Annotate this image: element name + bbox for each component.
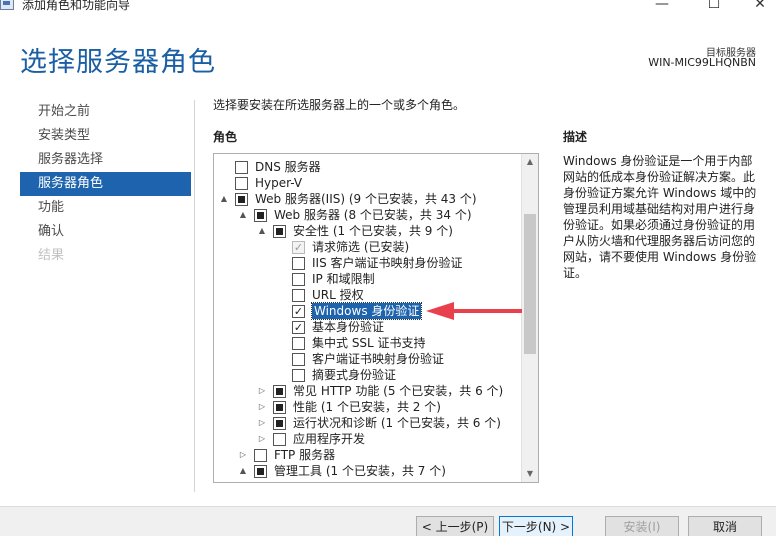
tree-row[interactable]: IIS 客户端证书映射身份验证 [214, 255, 522, 271]
cancel-button[interactable]: 取消 [688, 516, 762, 536]
role-checkbox[interactable] [273, 433, 286, 446]
role-label[interactable]: Hyper-V [255, 175, 302, 191]
role-checkbox[interactable] [292, 273, 305, 286]
role-checkbox[interactable] [235, 193, 248, 206]
role-checkbox[interactable] [235, 161, 248, 174]
close-button[interactable]: ✕ [740, 0, 776, 14]
tree-row[interactable]: ▷ FTP 服务器 [214, 447, 522, 463]
role-label[interactable]: 基本身份验证 [312, 319, 384, 335]
collapse-icon[interactable]: ▲ [257, 223, 267, 239]
expand-icon[interactable]: ▷ [257, 415, 267, 431]
tree-row[interactable]: ▷ 运行状况和诊断 (1 个已安装，共 6 个) [214, 415, 522, 431]
description-text: Windows 身份验证是一个用于内部网站的低成本身份验证解决方案。此身份验证方… [563, 154, 757, 280]
maximize-button[interactable]: ☐ [694, 0, 734, 14]
tree-row[interactable]: Hyper-V [214, 175, 522, 191]
role-checkbox[interactable] [292, 369, 305, 382]
role-checkbox[interactable] [235, 177, 248, 190]
tree-row[interactable]: 集中式 SSL 证书支持 [214, 335, 522, 351]
tree-row[interactable]: ▷ 性能 (1 个已安装，共 2 个) [214, 399, 522, 415]
role-checkbox[interactable] [254, 449, 267, 462]
expand-icon[interactable]: ▷ [238, 447, 248, 463]
role-label[interactable]: 性能 (1 个已安装，共 2 个) [293, 399, 441, 415]
role-label[interactable]: IP 和域限制 [312, 271, 375, 287]
role-label[interactable]: 请求筛选 (已安装) [312, 239, 409, 255]
nav-divider [194, 100, 195, 492]
nav-item-3[interactable]: 服务器角色 [20, 172, 191, 196]
role-label[interactable]: 集中式 SSL 证书支持 [312, 335, 426, 351]
tree-row[interactable]: 客户端证书映射身份验证 [214, 351, 522, 367]
role-label[interactable]: IIS 客户端证书映射身份验证 [312, 255, 463, 271]
scroll-down-icon[interactable]: ▼ [522, 466, 538, 482]
role-checkbox[interactable] [273, 417, 286, 430]
role-checkbox[interactable] [273, 225, 286, 238]
roles-heading: 角色 [213, 130, 238, 144]
role-checkbox: ✓ [292, 241, 305, 254]
previous-button[interactable]: < 上一步(P) [416, 516, 494, 536]
target-server-value: WIN-MIC99LHQNBN [648, 56, 756, 69]
nav-item-6: 结果 [38, 248, 65, 263]
role-checkbox[interactable] [254, 465, 267, 478]
expand-icon[interactable]: ▷ [257, 399, 267, 415]
role-label[interactable]: 应用程序开发 [293, 431, 365, 447]
role-label[interactable]: DNS 服务器 [255, 159, 321, 175]
tree-row[interactable]: IP 和域限制 [214, 271, 522, 287]
page-title: 选择服务器角色 [20, 47, 216, 78]
role-label[interactable]: 客户端证书映射身份验证 [312, 351, 444, 367]
tree-row[interactable]: ▷ 应用程序开发 [214, 431, 522, 447]
nav-item-5[interactable]: 确认 [20, 220, 191, 244]
collapse-icon[interactable]: ▲ [238, 463, 248, 479]
tree-row[interactable]: 摘要式身份验证 [214, 367, 522, 383]
instruction-text: 选择要安装在所选服务器上的一个或多个角色。 [213, 98, 466, 112]
role-checkbox[interactable] [292, 289, 305, 302]
role-checkbox[interactable] [273, 385, 286, 398]
tree-row[interactable]: ▲ 管理工具 (1 个已安装，共 7 个) [214, 463, 522, 479]
next-button[interactable]: 下一步(N) > [499, 516, 573, 536]
wizard-app-icon [0, 0, 14, 10]
description-heading: 描述 [563, 130, 588, 144]
role-checkbox[interactable] [292, 257, 305, 270]
nav-item-1[interactable]: 安装类型 [20, 124, 191, 148]
tree-row[interactable]: ▷ 常见 HTTP 功能 (5 个已安装，共 6 个) [214, 383, 522, 399]
role-checkbox[interactable]: ✓ [292, 321, 305, 334]
role-label[interactable]: Web 服务器(IIS) (9 个已安装，共 43 个) [255, 191, 477, 207]
role-label[interactable]: 管理工具 (1 个已安装，共 7 个) [274, 463, 446, 479]
install-button[interactable]: 安装(I) [605, 516, 679, 536]
role-checkbox[interactable] [254, 209, 267, 222]
annotation-arrow-icon [426, 302, 522, 320]
tree-row[interactable]: ▲ Web 服务器 (8 个已安装，共 34 个) [214, 207, 522, 223]
role-label[interactable]: 摘要式身份验证 [312, 367, 396, 383]
role-label[interactable]: FTP 服务器 [274, 447, 335, 463]
collapse-icon[interactable]: ▲ [219, 191, 229, 207]
scroll-up-icon[interactable]: ▲ [522, 154, 538, 170]
role-checkbox[interactable] [273, 401, 286, 414]
role-checkbox[interactable] [292, 337, 305, 350]
role-label[interactable]: Windows 身份验证 [310, 302, 423, 320]
nav-item-0[interactable]: 开始之前 [20, 100, 191, 124]
wizard-nav: 开始之前 安装类型 服务器选择 服务器角色 功能 确认结果 [20, 100, 191, 268]
scroll-thumb[interactable] [524, 214, 536, 354]
role-label[interactable]: 运行状况和诊断 (1 个已安装，共 6 个) [293, 415, 501, 431]
expand-icon[interactable]: ▷ [257, 431, 267, 447]
minimize-button[interactable]: — [642, 0, 682, 14]
title-bar: 添加角色和功能向导 — ☐ ✕ [0, 0, 776, 14]
expand-icon[interactable]: ▷ [257, 383, 267, 399]
tree-row[interactable]: ✓ 请求筛选 (已安装) [214, 239, 522, 255]
role-label[interactable]: 安全性 (1 个已安装，共 9 个) [293, 223, 453, 239]
window-title: 添加角色和功能向导 [22, 0, 131, 12]
role-label[interactable]: 常见 HTTP 功能 (5 个已安装，共 6 个) [293, 383, 503, 399]
tree-row[interactable]: ▲ 安全性 (1 个已安装，共 9 个) [214, 223, 522, 239]
role-label[interactable]: URL 授权 [312, 287, 364, 303]
role-label[interactable]: Web 服务器 (8 个已安装，共 34 个) [274, 207, 472, 223]
nav-item-2[interactable]: 服务器选择 [20, 148, 191, 172]
nav-item-4[interactable]: 功能 [20, 196, 191, 220]
role-checkbox[interactable] [292, 353, 305, 366]
collapse-icon[interactable]: ▲ [238, 207, 248, 223]
role-checkbox[interactable]: ✓ [292, 305, 305, 318]
tree-row[interactable]: DNS 服务器 [214, 159, 522, 175]
tree-row[interactable]: ▲ Web 服务器(IIS) (9 个已安装，共 43 个) [214, 191, 522, 207]
